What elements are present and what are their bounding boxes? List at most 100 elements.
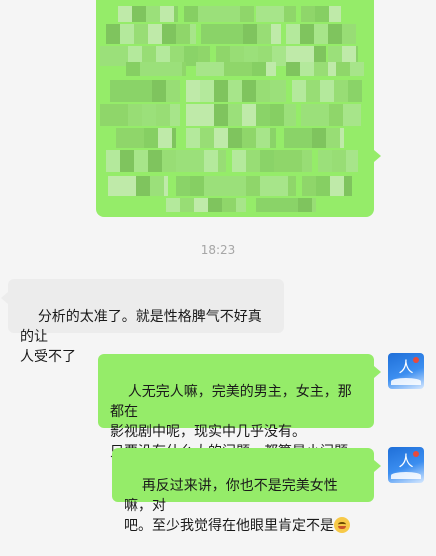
mosaic-block [284, 6, 296, 22]
chat-window: 18:23 分析的太准了。就是性格脾气不好真的让 人受不了 人无完人嘛，完美的男… [0, 0, 436, 534]
mosaic-block [190, 176, 204, 196]
mosaic-block [240, 6, 254, 22]
mosaic-block [284, 104, 296, 126]
timestamp: 18:23 [200, 243, 236, 257]
mosaic-block [270, 6, 284, 22]
mosaic-block [288, 176, 296, 196]
mosaic-block [164, 176, 168, 196]
mosaic-block [158, 128, 172, 148]
mosaic-block [174, 6, 178, 22]
mosaic-block [218, 176, 232, 196]
redacted-message-bubble[interactable] [96, 0, 374, 217]
outgoing-message-bubble[interactable]: 人无完人嘛，完美的男主，女主，那都在 影视剧中呢，现实中几乎没有。 只要没有什么… [98, 354, 374, 460]
mosaic-block [176, 150, 190, 172]
mosaic-block [138, 80, 152, 102]
mosaic-block [214, 80, 228, 102]
mosaic-block [334, 80, 348, 102]
mosaic-block [200, 104, 214, 126]
mosaic-block [256, 104, 270, 126]
mosaic-block [215, 24, 229, 44]
mosaic-block [301, 104, 315, 126]
mosaic-block [318, 150, 332, 172]
mosaic-block [329, 104, 343, 126]
mosaic-block [212, 6, 226, 22]
mosaic-block [218, 150, 226, 172]
mosaic-block [166, 80, 180, 102]
mosaic-block [260, 176, 274, 196]
mosaic-block [256, 198, 270, 212]
mosaic-block [170, 104, 180, 126]
user-avatar[interactable]: 人 [388, 447, 424, 483]
mosaic-block [274, 176, 288, 196]
mosaic-block [330, 176, 344, 196]
user-avatar[interactable]: 人 [388, 353, 424, 389]
mosaic-block [228, 104, 242, 126]
mosaic-block [196, 62, 210, 76]
avatar-glyph: 人 [398, 358, 414, 376]
grinning-sweat-emoji-icon [334, 517, 350, 533]
mosaic-block [146, 6, 160, 22]
mosaic-block [229, 24, 243, 44]
mosaic-block [301, 6, 315, 22]
mosaic-block [306, 80, 320, 102]
mosaic-block [186, 80, 200, 102]
mosaic-block [228, 80, 242, 102]
mosaic-block [292, 80, 306, 102]
incoming-message-bubble[interactable]: 分析的太准了。就是性格脾气不好真的让 人受不了 [8, 279, 284, 365]
mosaic-block [162, 150, 176, 172]
mosaic-block [160, 6, 174, 22]
mosaic-block [122, 176, 136, 196]
mosaic-block [270, 128, 276, 148]
mosaic-block [200, 128, 214, 148]
outgoing-message-bubble[interactable]: 再反过来讲，你也不是完美女性嘛，对 吧。至少我觉得在他眼里肯定不是 [112, 448, 374, 534]
mosaic-block [266, 62, 276, 76]
mosaic-block [214, 104, 228, 126]
mosaic-block [124, 80, 138, 102]
mosaic-block [286, 24, 300, 44]
mosaic-block [302, 176, 316, 196]
mosaic-block [100, 46, 114, 66]
mosaic-block [271, 24, 281, 44]
mosaic-block [194, 198, 208, 212]
mosaic-block [190, 24, 196, 44]
mosaic-block [232, 150, 246, 172]
mosaic-block [242, 80, 256, 102]
mosaic-block [116, 128, 130, 148]
mosaic-block [350, 62, 364, 76]
mosaic-block [238, 62, 252, 76]
mosaic-block [186, 128, 200, 148]
mosaic-block [236, 198, 246, 212]
mosaic-block [315, 6, 329, 22]
mosaic-block [118, 6, 132, 22]
mosaic-block [256, 6, 270, 22]
mosaic-block [148, 24, 162, 44]
mosaic-block [298, 128, 312, 148]
mosaic-block [246, 150, 260, 172]
mosaic-block [256, 80, 270, 102]
mosaic-block [332, 150, 346, 172]
mosaic-block [343, 104, 357, 126]
mosaic-block [344, 176, 352, 196]
mosaic-block [134, 24, 148, 44]
mosaic-block [134, 150, 148, 172]
mosaic-block [142, 104, 156, 126]
mosaic-block [204, 150, 218, 172]
mosaic-block [260, 150, 274, 172]
mosaic-block [180, 198, 194, 212]
mosaic-block [176, 176, 190, 196]
mosaic-block [226, 6, 240, 22]
mosaic-block [274, 150, 288, 172]
bubble-tail [1, 292, 8, 304]
mosaic-block [126, 62, 140, 76]
mosaic-block [148, 150, 162, 172]
mosaic-block [300, 62, 314, 76]
mosaic-block [130, 128, 144, 148]
bubble-tail [374, 460, 381, 472]
mosaic-block [336, 62, 350, 76]
mosaic-block [184, 6, 198, 22]
mosaic-block [302, 150, 312, 172]
mosaic-block [108, 176, 122, 196]
mosaic-block [186, 104, 200, 126]
mosaic-block [326, 128, 340, 148]
mosaic-block [110, 80, 124, 102]
